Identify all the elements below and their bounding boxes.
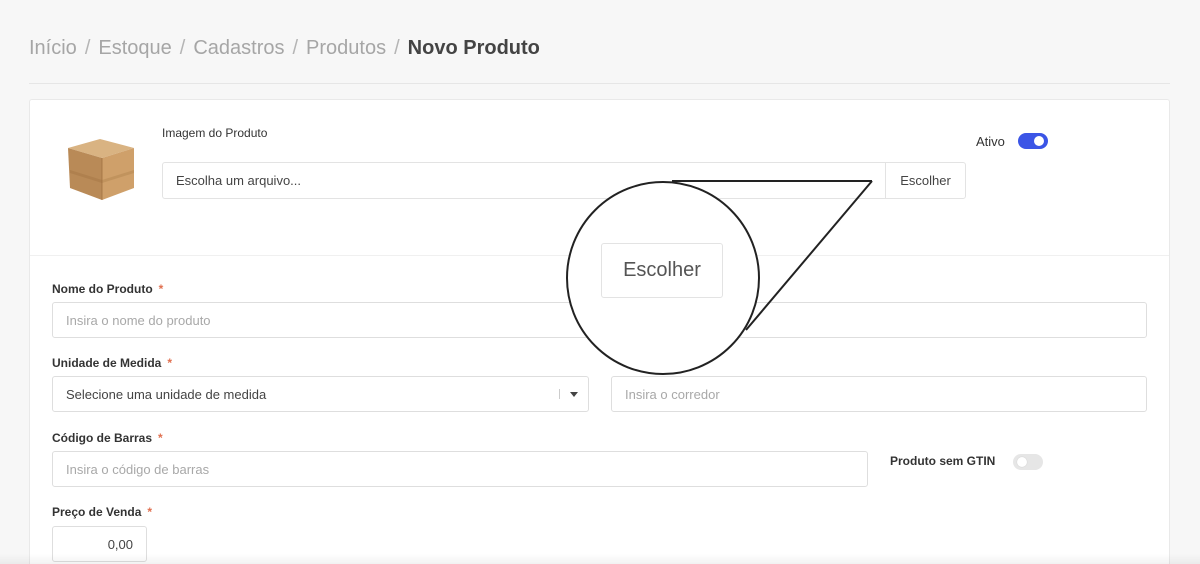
unit-select-value: Selecione uma unidade de medida [66, 386, 267, 402]
barcode-input[interactable] [52, 451, 868, 487]
no-gtin-label: Produto sem GTIN [890, 454, 996, 468]
bottom-shadow [0, 554, 1200, 564]
active-toggle[interactable] [1018, 133, 1048, 149]
barcode-label-text: Código de Barras [52, 431, 153, 445]
required-mark: * [158, 431, 163, 445]
breadcrumb-separator: / [394, 37, 400, 59]
breadcrumb-item-estoque[interactable]: Estoque [98, 37, 171, 60]
price-label: Preço de Venda * [52, 505, 152, 519]
choose-file-button[interactable]: Escolher [885, 163, 965, 198]
barcode-label: Código de Barras * [52, 431, 163, 445]
unit-label-text: Unidade de Medida [52, 356, 162, 370]
required-mark: * [167, 356, 173, 370]
required-mark: * [147, 505, 153, 519]
unit-label: Unidade de Medida * [52, 356, 172, 370]
active-label: Ativo [976, 134, 1005, 149]
no-gtin-toggle[interactable] [1013, 454, 1043, 470]
zoomed-choose-button: Escolher [601, 243, 723, 298]
breadcrumb-separator: / [179, 37, 186, 59]
page-title: Novo Produto [407, 37, 540, 59]
image-label: Imagem do Produto [162, 126, 268, 140]
image-file-input[interactable]: Escolha um arquivo... Escolher [162, 162, 966, 199]
breadcrumb-item-cadastros[interactable]: Cadastros [193, 37, 284, 60]
breadcrumb-item-produtos[interactable]: Produtos [306, 37, 386, 60]
breadcrumb-separator: / [84, 37, 91, 59]
toggle-knob [1017, 457, 1027, 467]
chevron-down-icon[interactable] [560, 391, 588, 397]
breadcrumb-divider [29, 83, 1170, 84]
file-input-placeholder: Escolha um arquivo... [176, 173, 302, 188]
unit-select[interactable]: Selecione uma unidade de medida [52, 376, 589, 412]
breadcrumb-item-inicio[interactable]: Início [29, 37, 77, 60]
product-name-label-text: Nome do Produto [52, 282, 153, 296]
breadcrumb-separator: / [292, 37, 299, 59]
product-name-label: Nome do Produto * [52, 282, 163, 296]
magnifier-callout: Escolher [566, 181, 760, 375]
cardboard-box-icon [62, 134, 138, 204]
breadcrumb: Início / Estoque / Cadastros / Produtos … [29, 37, 540, 60]
price-label-text: Preço de Venda [52, 505, 142, 519]
corridor-input[interactable] [611, 376, 1147, 412]
toggle-knob [1034, 136, 1044, 146]
required-mark: * [158, 282, 164, 296]
